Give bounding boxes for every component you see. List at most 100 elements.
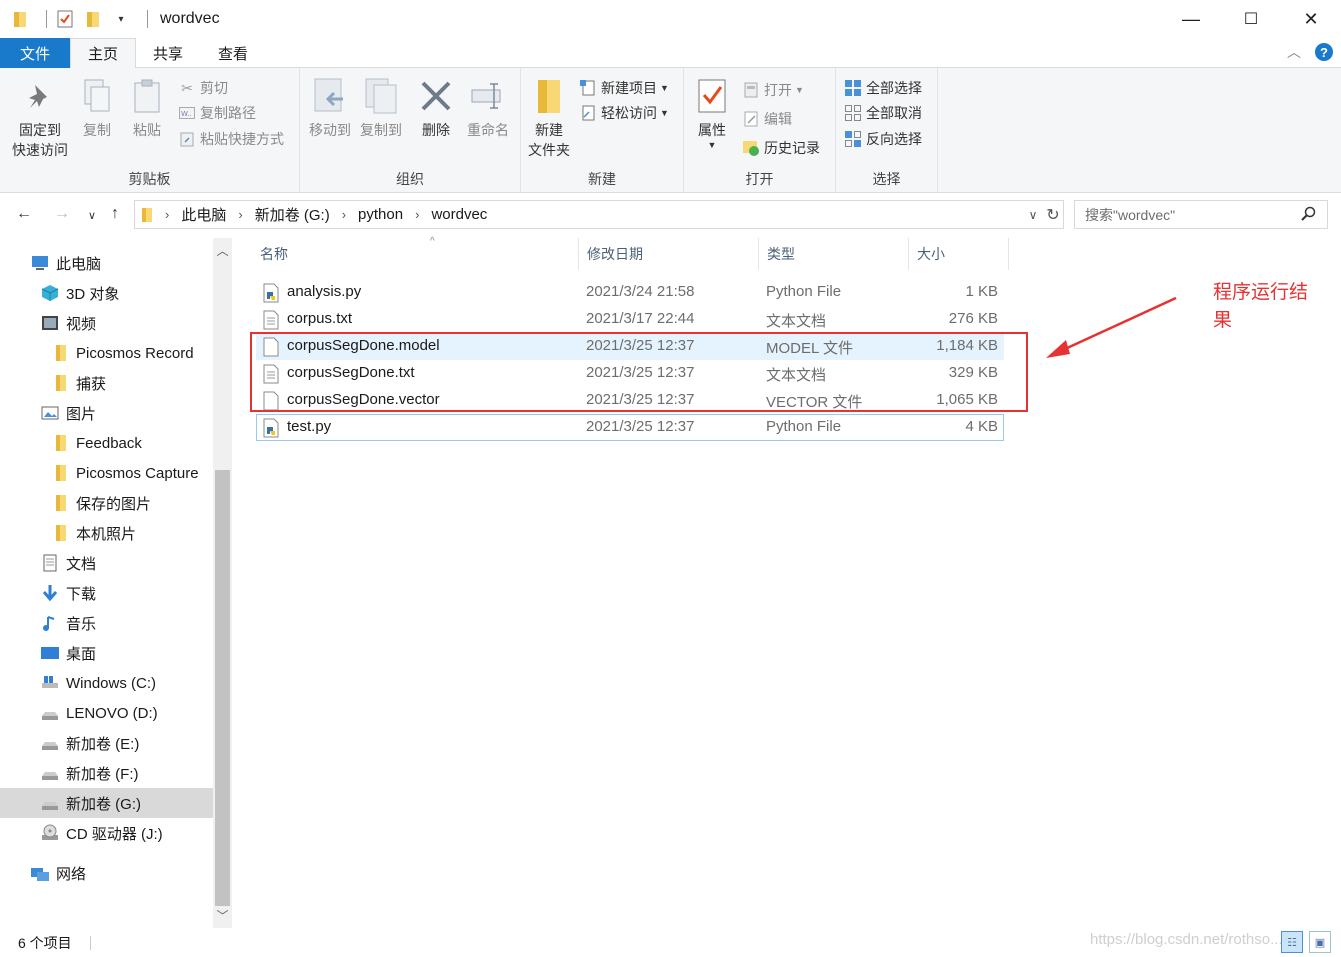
watermark: https://blog.csdn.net/rothso... xyxy=(1090,931,1283,948)
column-header-type[interactable]: 类型 xyxy=(759,238,909,270)
open-button[interactable]: 打开 ▼ xyxy=(742,78,804,102)
easy-access-button[interactable]: 轻松访问 ▼ xyxy=(579,101,669,125)
nav-item[interactable]: 新加卷 (E:) xyxy=(0,728,213,758)
nav-item[interactable]: 3D 对象 xyxy=(0,278,213,308)
new-group: 新建 文件夹 新建项目 ▼ 轻松访问 ▼ 新建 xyxy=(521,68,684,193)
copy-to-button[interactable]: 复制到 xyxy=(356,76,406,140)
select-all-button[interactable]: 全部选择 xyxy=(844,76,922,100)
new-folder-icon[interactable] xyxy=(83,9,103,29)
quick-access-toolbar: ▾ wordvec xyxy=(0,0,220,38)
select-none-button[interactable]: 全部取消 xyxy=(844,101,922,125)
forward-arrow-icon[interactable]: → xyxy=(54,205,70,223)
divider xyxy=(46,10,47,28)
search-input[interactable]: 搜索"wordvec" xyxy=(1074,200,1328,229)
breadcrumb-item-this-pc[interactable]: 此电脑 xyxy=(181,204,226,225)
nav-item[interactable]: 视频 xyxy=(0,308,213,338)
nav-item[interactable]: CD 驱动器 (J:) xyxy=(0,818,213,848)
nav-item[interactable]: 本机照片 xyxy=(0,518,213,548)
recent-locations-chevron-icon[interactable]: ∨ xyxy=(88,209,96,222)
breadcrumb-item-wordvec[interactable]: wordvec xyxy=(431,206,487,223)
paste-label: 粘贴 xyxy=(133,122,161,138)
nav-item[interactable]: Picosmos Record xyxy=(0,338,213,368)
nav-item-label: 新加卷 (E:) xyxy=(66,735,140,753)
annotation-arrow-icon xyxy=(1046,296,1177,358)
nav-item[interactable]: 文档 xyxy=(0,548,213,578)
help-icon[interactable]: ? xyxy=(1315,43,1333,61)
tab-share[interactable]: 共享 xyxy=(136,38,200,68)
move-to-button[interactable]: 移动到 xyxy=(305,76,355,140)
nav-item[interactable]: 此电脑 xyxy=(0,248,213,278)
paste-button[interactable]: 粘贴 xyxy=(126,76,168,140)
column-header-date[interactable]: 修改日期 xyxy=(579,238,759,270)
nav-item[interactable]: 图片 xyxy=(0,398,213,428)
cut-button[interactable]: ✂ 剪切 xyxy=(178,76,228,100)
search-icon[interactable] xyxy=(1301,206,1317,222)
chevron-right-icon[interactable]: › xyxy=(342,207,346,222)
nav-item-label: 捕获 xyxy=(76,375,107,393)
column-header-name[interactable]: 名称 ^ xyxy=(252,236,579,270)
refresh-icon[interactable]: ↻ xyxy=(1043,205,1063,225)
customize-dropdown-icon[interactable]: ▾ xyxy=(111,9,131,29)
maximize-button[interactable]: ☐ xyxy=(1221,0,1281,38)
chevron-right-icon[interactable]: › xyxy=(165,207,169,222)
collapse-ribbon-icon[interactable]: ︿ xyxy=(1287,42,1301,62)
pin-to-quick-access-button[interactable]: 固定到 快速访问 xyxy=(8,76,72,160)
nav-item[interactable]: 下载 xyxy=(0,578,213,608)
up-arrow-icon[interactable]: ↑ xyxy=(111,205,119,223)
file-row[interactable]: test.py 2021/3/25 12:37 Python File 4 KB xyxy=(256,414,1004,441)
nav-pane-scrollbar[interactable]: ︿ ﹀ xyxy=(213,238,232,928)
breadcrumb: › 此电脑 › 新加卷 (G:) › python › wordvec xyxy=(153,204,487,225)
minimize-button[interactable]: — xyxy=(1161,0,1221,38)
details-view-icon[interactable]: ☷ xyxy=(1281,931,1303,953)
file-type: 文本文档 xyxy=(766,313,827,330)
new-item-button[interactable]: 新建项目 ▼ xyxy=(579,76,669,100)
chevron-down-icon: ▼ xyxy=(795,85,804,95)
nav-item[interactable]: 新加卷 (F:) xyxy=(0,758,213,788)
3d-objects-icon xyxy=(40,283,60,303)
breadcrumb-item-python[interactable]: python xyxy=(358,206,403,223)
nav-item[interactable]: 桌面 xyxy=(0,638,213,668)
address-history-chevron-icon[interactable]: ∨ xyxy=(1023,208,1043,222)
edit-button[interactable]: 编辑 xyxy=(742,107,792,131)
folder-icon[interactable] xyxy=(10,9,30,29)
nav-item[interactable]: Picosmos Capture xyxy=(0,458,213,488)
tab-home[interactable]: 主页 xyxy=(70,38,136,69)
chevron-right-icon[interactable]: › xyxy=(415,207,419,222)
column-header-size[interactable]: 大小 xyxy=(909,238,1009,270)
invert-selection-button[interactable]: 反向选择 xyxy=(844,127,922,151)
delete-button[interactable]: 删除 xyxy=(414,76,458,140)
breadcrumb-item-drive-g[interactable]: 新加卷 (G:) xyxy=(255,204,330,225)
large-icons-view-icon[interactable]: ▣ xyxy=(1309,931,1331,953)
nav-item[interactable]: LENOVO (D:) xyxy=(0,698,213,728)
copy-button[interactable]: 复制 xyxy=(78,76,116,140)
properties-button[interactable]: 属性 ▼ xyxy=(692,76,732,150)
nav-item[interactable]: Feedback xyxy=(0,428,213,458)
copy-path-button[interactable]: W.. 复制路径 xyxy=(178,101,256,125)
file-row[interactable]: corpus.txt 2021/3/17 22:44 文本文档 276 KB xyxy=(256,306,1004,333)
file-row[interactable]: analysis.py 2021/3/24 21:58 Python File 1 K… xyxy=(256,279,1004,306)
organize-group: 移动到 复制到 删除 重命名 组织 xyxy=(300,68,521,193)
select-all-icon xyxy=(844,79,862,97)
chevron-right-icon[interactable]: › xyxy=(238,207,242,222)
nav-item[interactable]: Windows (C:) xyxy=(0,668,213,698)
tab-file[interactable]: 文件 xyxy=(0,38,70,68)
nav-item[interactable]: 网络 xyxy=(0,858,213,888)
address-bar[interactable]: › 此电脑 › 新加卷 (G:) › python › wordvec ∨ ↻ xyxy=(134,200,1064,229)
properties-check-icon[interactable] xyxy=(55,9,75,29)
nav-item[interactable]: 音乐 xyxy=(0,608,213,638)
history-label: 历史记录 xyxy=(764,140,820,156)
rename-button[interactable]: 重命名 xyxy=(462,76,514,140)
view-switcher: ☷ ▣ xyxy=(1281,931,1331,953)
back-arrow-icon[interactable]: ← xyxy=(16,205,32,223)
history-button[interactable]: 历史记录 xyxy=(742,136,820,160)
nav-item[interactable]: 保存的图片 xyxy=(0,488,213,518)
scrollbar-thumb[interactable] xyxy=(215,470,230,906)
scroll-down-icon[interactable]: ﹀ xyxy=(213,907,232,924)
scroll-up-icon[interactable]: ︿ xyxy=(213,242,232,259)
new-folder-button[interactable]: 新建 文件夹 xyxy=(525,76,573,160)
nav-item[interactable]: 新加卷 (G:) xyxy=(0,788,213,818)
paste-shortcut-button[interactable]: 粘贴快捷方式 xyxy=(178,127,284,151)
close-button[interactable]: ✕ xyxy=(1281,0,1341,38)
nav-item[interactable]: 捕获 xyxy=(0,368,213,398)
tab-view[interactable]: 查看 xyxy=(200,38,266,68)
